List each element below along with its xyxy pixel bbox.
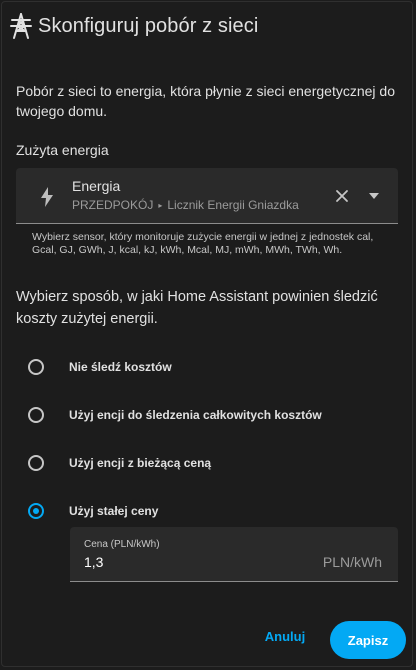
radio-button[interactable]: [28, 455, 44, 471]
option-label: Nie śledź kosztów: [69, 360, 172, 374]
option-no-cost[interactable]: Nie śledź kosztów: [28, 355, 172, 379]
lightning-bolt-icon: [41, 187, 53, 207]
entity-area: PRZEDPOKÓJ: [72, 198, 154, 212]
option-total-cost-entity[interactable]: Użyj encji do śledzenia całkowitych kosz…: [28, 403, 322, 427]
dialog-header: Skonfiguruj pobór z sieci: [10, 10, 258, 42]
energy-entity-picker[interactable]: Energia PRZEDPOKÓJ ▸ Licznik Energii Gni…: [16, 168, 398, 224]
dialog-title: Skonfiguruj pobór z sieci: [38, 14, 259, 37]
cancel-button[interactable]: Anuluj: [262, 629, 308, 649]
configure-grid-dialog: Skonfiguruj pobór z sieci Pobór z sieci …: [1, 1, 413, 667]
entity-device: Licznik Energii Gniazdka: [167, 198, 299, 212]
option-current-price-entity[interactable]: Użyj encji z bieżącą ceną: [28, 451, 211, 475]
price-input[interactable]: [84, 554, 304, 570]
option-label: Użyj stałej ceny: [69, 504, 159, 518]
option-fixed-price[interactable]: Użyj stałej ceny: [28, 499, 158, 523]
option-label: Użyj encji z bieżącą ceną: [69, 456, 212, 470]
entity-name: Energia: [72, 178, 121, 194]
cost-tracking-question: Wybierz sposób, w jaki Home Assistant po…: [16, 289, 378, 327]
intro-text: Pobór z sieci to energia, która płynie z…: [16, 83, 395, 119]
radio-button[interactable]: [28, 407, 44, 423]
price-field-label: Cena (PLN/kWh): [84, 539, 160, 550]
option-label: Użyj encji do śledzenia całkowitych kosz…: [69, 408, 322, 422]
radio-button[interactable]: [28, 359, 44, 375]
price-unit-suffix: PLN/kWh: [322, 554, 382, 570]
transmission-tower-icon: [10, 13, 32, 39]
entity-context: PRZEDPOKÓJ ▸ Licznik Energii Gniazdka: [72, 198, 299, 212]
consumed-energy-label: Zużyta energia: [16, 142, 109, 158]
fixed-price-field[interactable]: Cena (PLN/kWh) PLN/kWh: [70, 527, 398, 582]
path-separator: ▸: [158, 200, 163, 210]
entity-helper-text: Wybierz sensor, który monitoruje zużycie…: [32, 231, 374, 256]
dropdown-arrow-icon[interactable]: [369, 193, 379, 199]
save-button[interactable]: Zapisz: [330, 621, 406, 659]
radio-button-checked[interactable]: [28, 503, 44, 519]
clear-icon[interactable]: [335, 189, 349, 203]
